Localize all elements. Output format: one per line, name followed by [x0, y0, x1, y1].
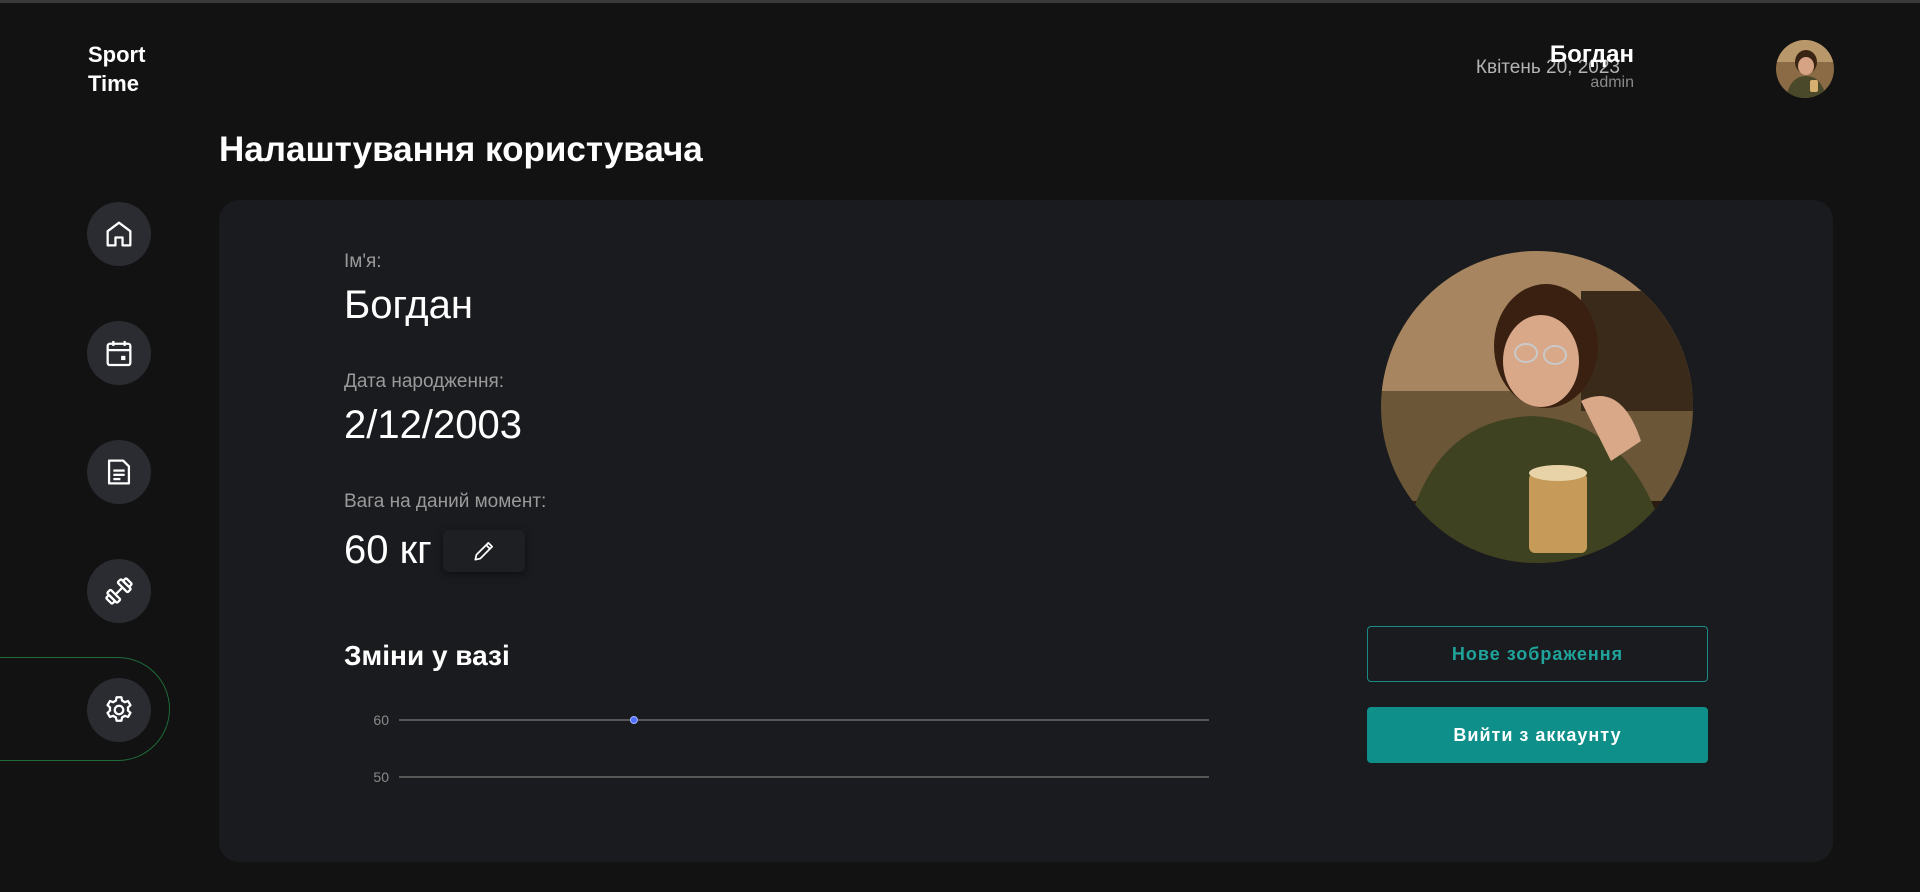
chart-tick-label: 50 — [373, 769, 389, 785]
gear-icon — [106, 696, 132, 722]
logo-line-1: Sport — [88, 42, 146, 67]
chart-title: Зміни у вазі — [344, 640, 510, 671]
sidebar-item-calendar[interactable] — [87, 321, 151, 385]
weight-label: Вага на даний момент: — [344, 491, 547, 512]
weight-value: 60 кг — [344, 528, 432, 572]
sidebar-item-workouts[interactable] — [87, 559, 151, 623]
edit-weight-button[interactable] — [443, 530, 525, 572]
pencil-icon — [474, 542, 493, 561]
sidebar-item-settings[interactable] — [87, 678, 151, 742]
document-icon — [107, 459, 131, 485]
birth-date-label: Дата народження: — [344, 371, 505, 392]
name-value: Богдан — [344, 283, 473, 327]
user-info: Богдан admin — [1550, 40, 1634, 92]
avatar[interactable] — [1776, 40, 1834, 98]
user-role: admin — [1590, 74, 1634, 91]
weight-chart: 60 50 — [373, 712, 1209, 785]
page-title: Налаштування користувача — [219, 130, 703, 169]
window-top-border — [0, 0, 1920, 3]
logo-line-2: Time — [88, 71, 139, 96]
chart-tick-label: 60 — [373, 712, 389, 728]
profile-photo — [1381, 251, 1693, 563]
app-logo[interactable]: Sport Time — [88, 40, 145, 98]
sidebar-item-home[interactable] — [87, 202, 151, 266]
birth-date-value: 2/12/2003 — [344, 403, 522, 447]
name-label: Ім'я: — [344, 251, 382, 272]
sidebar-item-notes[interactable] — [87, 440, 151, 504]
settings-card: Ім'я: Богдан Дата народження: 2/12/2003 … — [219, 200, 1833, 862]
chart-data-point[interactable] — [629, 716, 638, 724]
dumbbell-icon — [105, 577, 133, 605]
user-name: Богдан — [1549, 41, 1634, 68]
new-image-button[interactable]: Нове зображення — [1367, 626, 1708, 682]
home-icon — [106, 221, 132, 247]
logout-button[interactable]: Вийти з аккаунту — [1367, 707, 1708, 763]
calendar-icon — [106, 340, 132, 367]
